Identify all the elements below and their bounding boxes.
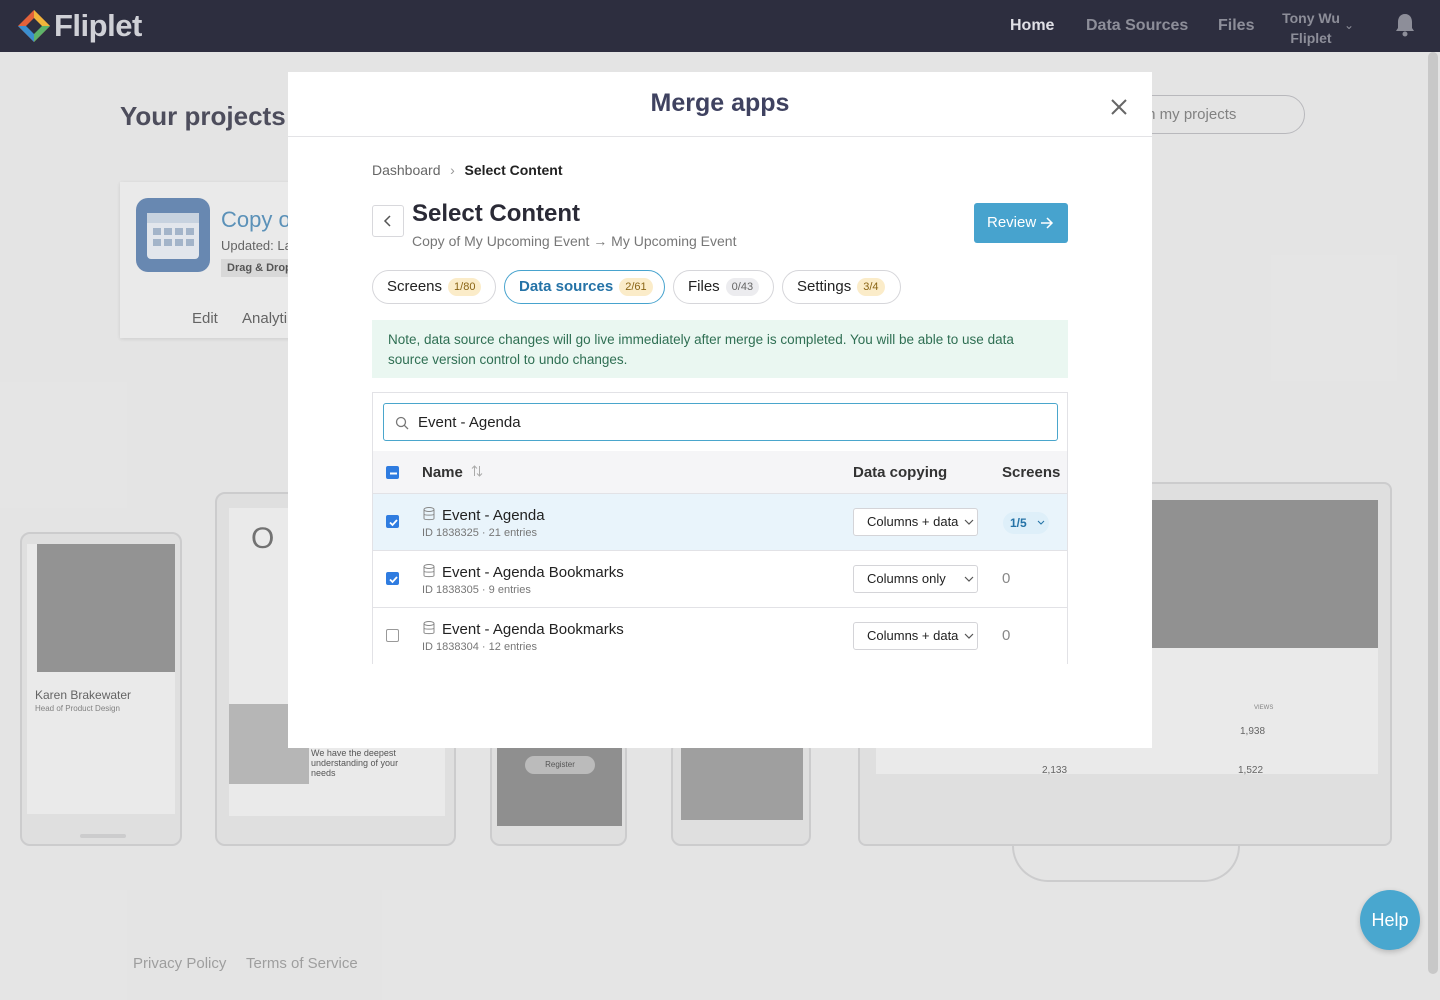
chevron-down-icon[interactable]: ⌄ (1344, 18, 1354, 32)
data-copying-select[interactable]: Columns only (853, 565, 978, 593)
info-note: Note, data source changes will go live i… (372, 320, 1068, 378)
tab-label: Files (688, 278, 720, 295)
breadcrumb-current: Select Content (464, 162, 563, 178)
data-source-meta: ID 1838305 · 9 entries (422, 584, 531, 596)
data-copying-value: Columns + data (867, 514, 959, 529)
screens-count-dropdown[interactable]: 1/5 (1003, 512, 1049, 534)
tab-files[interactable]: Files 0/43 (673, 270, 774, 304)
merge-direction: Copy of My Upcoming Event → My Upcoming … (412, 233, 737, 249)
column-header-screens: Screens (1002, 464, 1061, 481)
screens-count: 0 (1002, 627, 1011, 644)
chevron-left-icon (383, 215, 391, 227)
tab-label: Screens (387, 278, 443, 295)
modal-title: Merge apps (650, 89, 790, 117)
indeterminate-icon (390, 472, 397, 475)
review-button-label: Review (987, 214, 1037, 231)
user-organization: Fliplet (1290, 30, 1332, 46)
row-checkbox[interactable] (386, 572, 399, 585)
top-navigation-bar: Fliplet Home Data Sources Files Tony Wu … (0, 0, 1440, 52)
column-header-name[interactable]: Name (422, 464, 483, 481)
close-icon[interactable] (1108, 96, 1130, 118)
data-copying-value: Columns + data (867, 628, 959, 643)
column-label: Name (422, 464, 463, 481)
table-row[interactable]: Event - Agenda Bookmarks ID 1838305 · 9 … (373, 551, 1067, 608)
checkmark-icon (389, 519, 398, 527)
database-icon (423, 564, 435, 578)
nav-home[interactable]: Home (1010, 17, 1054, 35)
data-source-meta: ID 1838304 · 12 entries (422, 641, 537, 653)
row-checkbox[interactable] (386, 515, 399, 528)
breadcrumb: Dashboard › Select Content (372, 162, 563, 178)
logo-text[interactable]: Fliplet (54, 8, 142, 44)
data-source-meta: ID 1838325 · 21 entries (422, 527, 537, 539)
chevron-down-icon (964, 633, 974, 639)
database-icon (423, 621, 435, 635)
arrow-right-icon (1041, 217, 1054, 229)
search-icon (395, 416, 409, 430)
fliplet-logo-icon[interactable] (17, 9, 51, 43)
chevron-down-icon (964, 576, 974, 582)
review-button[interactable]: Review (974, 203, 1068, 243)
chevron-down-icon (964, 519, 974, 525)
tab-label: Data sources (519, 278, 614, 295)
select-all-checkbox[interactable] (386, 466, 399, 479)
data-source-name: Event - Agenda Bookmarks (442, 564, 624, 581)
tab-data-sources[interactable]: Data sources 2/61 (504, 270, 665, 304)
user-name: Tony Wu (1282, 10, 1340, 26)
chevron-down-icon (1037, 520, 1045, 525)
checkmark-icon (389, 576, 398, 584)
user-menu[interactable]: Tony Wu Fliplet (1272, 8, 1350, 48)
breadcrumb-dashboard[interactable]: Dashboard (372, 162, 441, 178)
tab-settings[interactable]: Settings 3/4 (782, 270, 901, 304)
table-header: Name Data copying Screens (373, 451, 1067, 494)
tab-screens[interactable]: Screens 1/80 (372, 270, 496, 304)
tab-count-badge: 3/4 (857, 278, 885, 296)
tab-count-badge: 1/80 (448, 278, 482, 296)
page-scrollbar[interactable] (1428, 52, 1438, 974)
data-copying-value: Columns only (867, 571, 946, 586)
tab-count-badge: 2/61 (619, 278, 653, 296)
section-title: Select Content (412, 200, 581, 227)
data-copying-select[interactable]: Columns + data (853, 508, 978, 536)
data-sources-table: Name Data copying Screens Event - Agenda… (372, 392, 1068, 665)
nav-data-sources[interactable]: Data Sources (1086, 17, 1188, 35)
data-source-name: Event - Agenda Bookmarks (442, 621, 624, 638)
help-button[interactable]: Help (1360, 890, 1420, 950)
screens-count: 1/5 (1010, 516, 1027, 530)
back-button[interactable] (372, 205, 404, 237)
search-input[interactable] (418, 412, 1018, 432)
sort-icon[interactable] (471, 465, 483, 477)
screens-count: 0 (1002, 570, 1011, 587)
column-header-data-copying: Data copying (853, 464, 948, 481)
row-checkbox[interactable] (386, 629, 399, 642)
notification-bell-icon[interactable] (1394, 12, 1416, 38)
table-row[interactable]: Event - Agenda ID 1838325 · 21 entries C… (373, 494, 1067, 551)
nav-files[interactable]: Files (1218, 17, 1254, 35)
table-row[interactable]: Event - Agenda Bookmarks ID 1838304 · 12… (373, 608, 1067, 665)
merge-apps-modal: Merge apps Dashboard › Select Content Sele… (288, 72, 1152, 748)
tab-count-badge: 0/43 (725, 278, 760, 296)
chevron-right-icon: › (450, 162, 455, 178)
data-source-name: Event - Agenda (442, 507, 545, 524)
tab-label: Settings (797, 278, 852, 295)
data-copying-select[interactable]: Columns + data (853, 622, 978, 650)
data-source-search[interactable] (383, 403, 1058, 441)
modal-header: Merge apps (288, 72, 1152, 137)
database-icon (423, 507, 435, 521)
